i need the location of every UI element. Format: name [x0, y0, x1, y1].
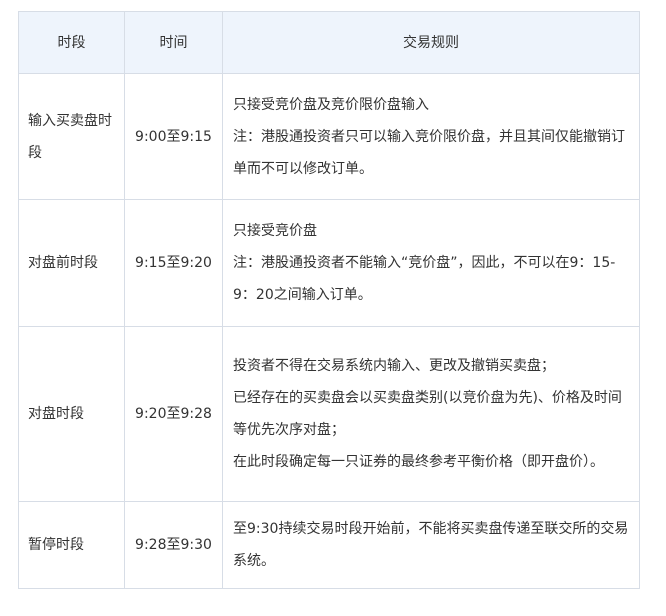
period-cell: 对盘时段: [18, 326, 125, 502]
table-row: 对盘前时段 9:15至9:20 只接受竞价盘 注：港股通投资者不能输入“竞价盘”…: [18, 199, 640, 327]
rule-text: 在此时段确定每一只证券的最终参考平衡价格（即开盘价）。: [233, 454, 604, 470]
header-time: 时间: [124, 11, 223, 74]
rule-text: 已经存在的买卖盘会以买卖盘类别(以竞价盘为先)、价格及时间等优先次序对盘；: [233, 390, 622, 438]
rules-cell: 至9:30持续交易时段开始前，不能将买卖盘传递至联交所的交易系统。: [222, 501, 640, 589]
rules-cell: 只接受竞价盘 注：港股通投资者不能输入“竞价盘”，因此，不可以在9：15-9：2…: [222, 199, 640, 327]
table-header-row: 时段 时间 交易规则: [18, 11, 640, 74]
rule-text: 注：港股通投资者只可以输入竞价限价盘，并且其间仅能撤销订单而不可以修改订单。: [233, 128, 625, 177]
time-cell: 9:20至9:28: [124, 326, 223, 502]
trading-rules-table: 时段 时间 交易规则 输入买卖盘时段 9:00至9:15 只接受竞价盘及竞价限价…: [18, 11, 640, 589]
period-cell: 输入买卖盘时段: [18, 73, 125, 200]
rule-text: 只接受竞价盘: [233, 223, 317, 239]
rule-text: 只接受竞价盘及竞价限价盘输入: [233, 96, 429, 113]
table-row: 暂停时段 9:28至9:30 至9:30持续交易时段开始前，不能将买卖盘传递至联…: [18, 501, 640, 589]
header-period: 时段: [18, 11, 125, 74]
period-cell: 暂停时段: [18, 501, 125, 589]
time-cell: 9:00至9:15: [124, 73, 223, 200]
trading-rules-table-container: 时段 时间 交易规则 输入买卖盘时段 9:00至9:15 只接受竞价盘及竞价限价…: [18, 11, 640, 589]
table-row: 输入买卖盘时段 9:00至9:15 只接受竞价盘及竞价限价盘输入 注：港股通投资…: [18, 73, 640, 200]
period-cell: 对盘前时段: [18, 199, 125, 327]
rule-text: 至9:30持续交易时段开始前，不能将买卖盘传递至联交所的交易系统。: [233, 521, 629, 569]
time-cell: 9:28至9:30: [124, 501, 223, 589]
header-rules: 交易规则: [222, 11, 640, 74]
time-cell: 9:15至9:20: [124, 199, 223, 327]
rules-cell: 投资者不得在交易系统内输入、更改及撤销买卖盘； 已经存在的买卖盘会以买卖盘类别(…: [222, 326, 640, 502]
table-row: 对盘时段 9:20至9:28 投资者不得在交易系统内输入、更改及撤销买卖盘； 已…: [18, 326, 640, 502]
rules-cell: 只接受竞价盘及竞价限价盘输入 注：港股通投资者只可以输入竞价限价盘，并且其间仅能…: [222, 73, 640, 200]
rule-text: 注：港股通投资者不能输入“竞价盘”，因此，不可以在9：15-9：20之间输入订单…: [233, 255, 616, 303]
rule-text: 投资者不得在交易系统内输入、更改及撤销买卖盘；: [233, 358, 555, 374]
